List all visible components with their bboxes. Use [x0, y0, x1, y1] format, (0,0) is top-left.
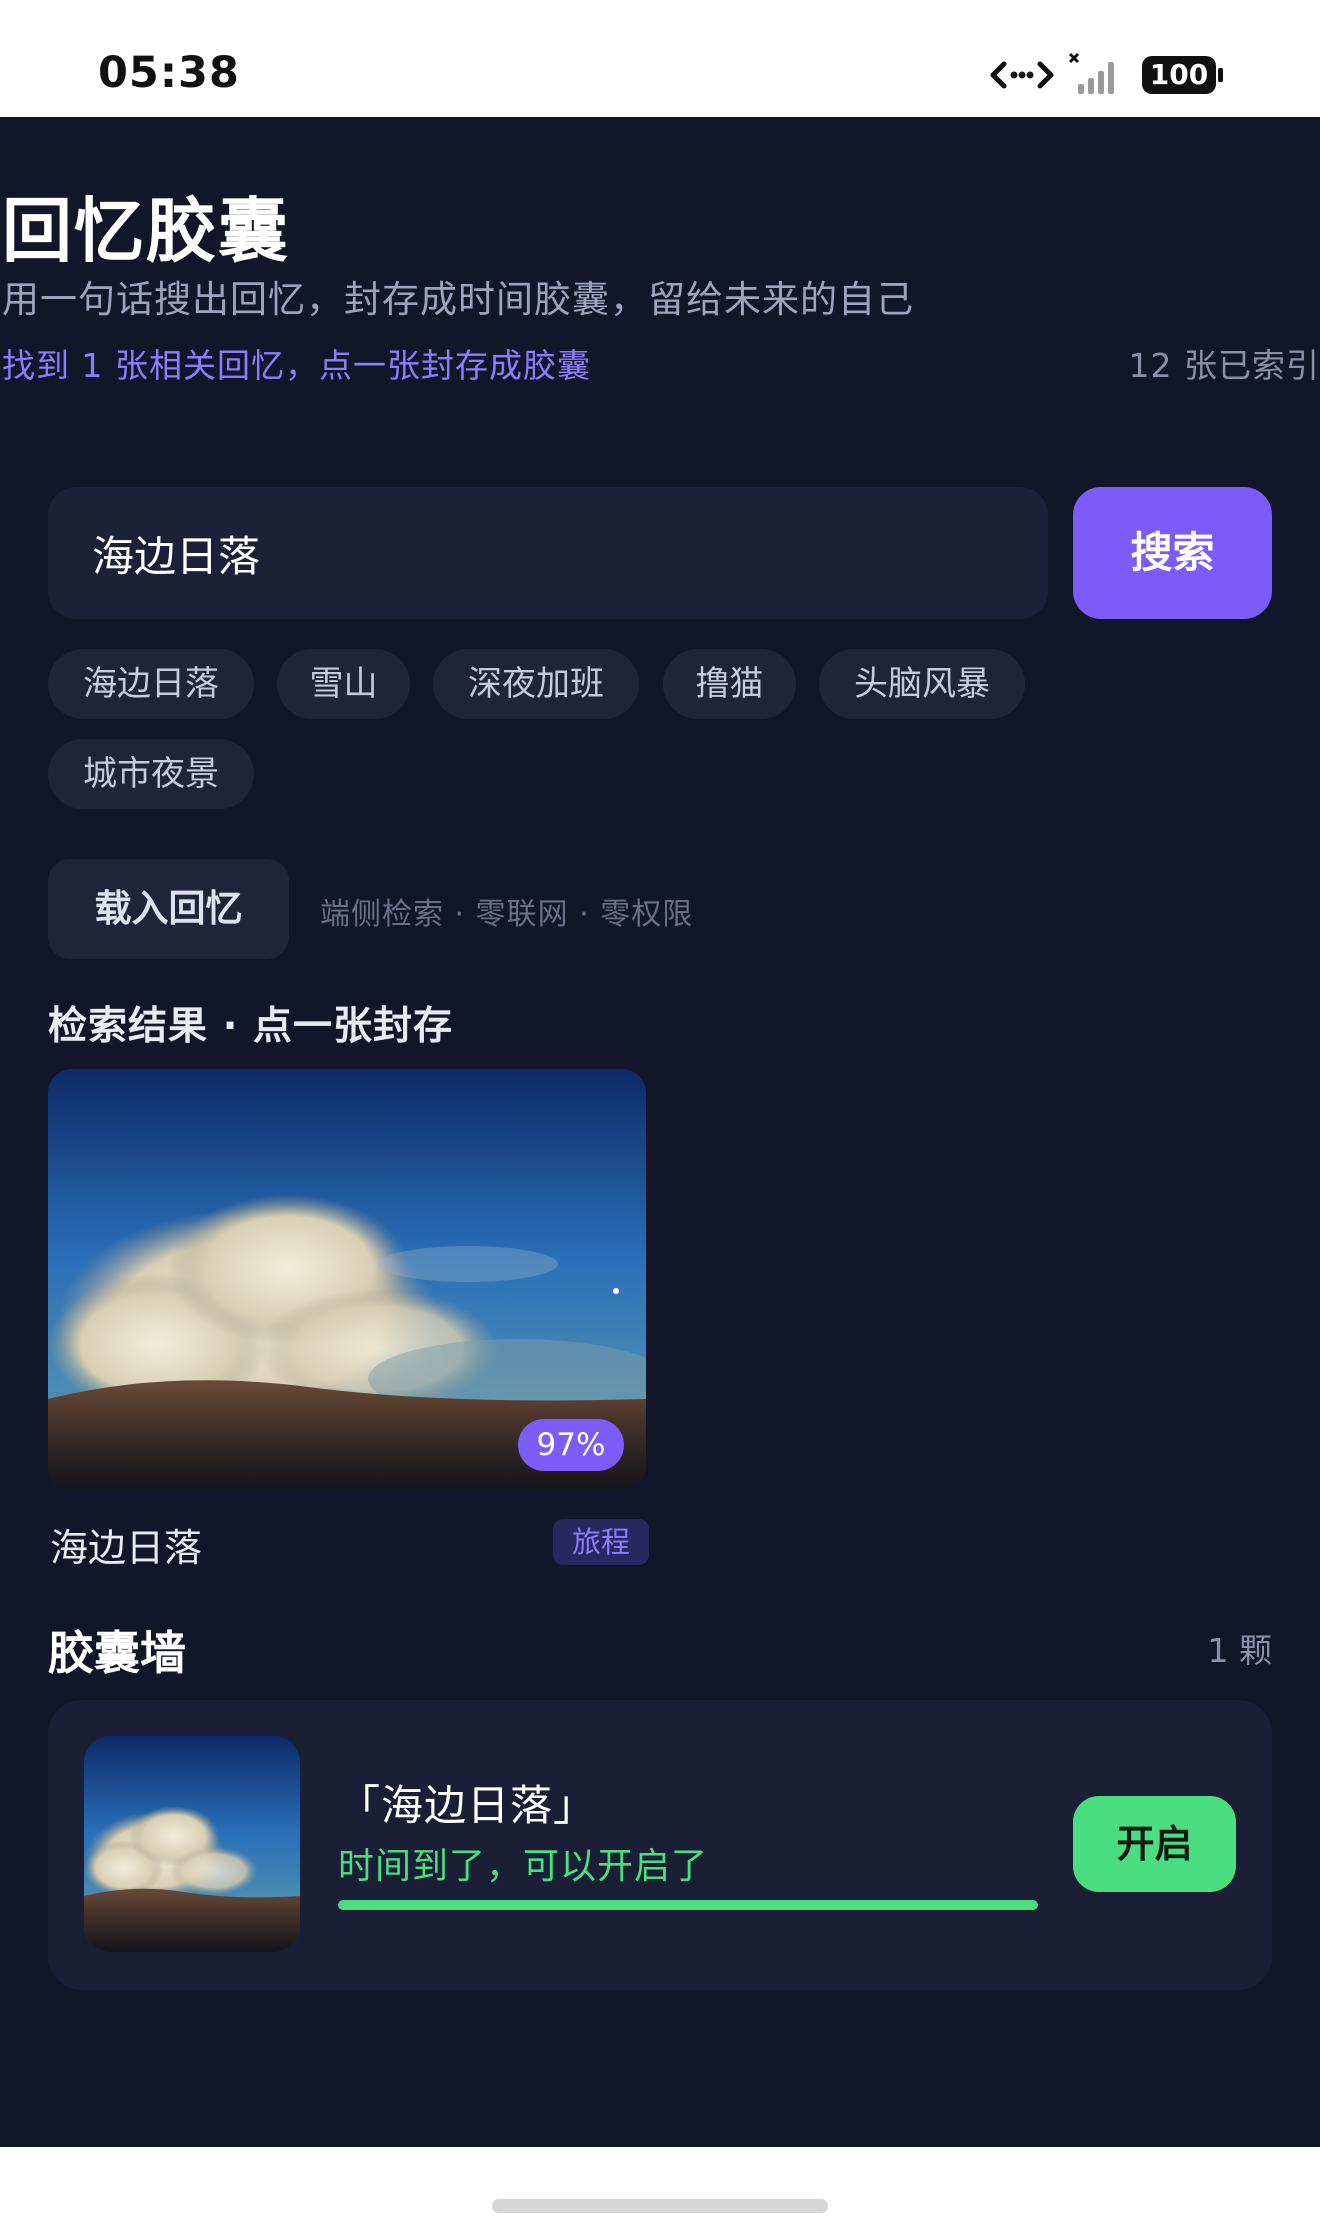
privacy-note: 端侧检索 · 零联网 · 零权限	[320, 897, 694, 932]
capsule-progress-bar	[338, 1900, 1038, 1910]
load-memories-button[interactable]: 载入回忆	[48, 859, 289, 959]
chip-seaside-sunset[interactable]: 海边日落	[48, 649, 254, 719]
chip-city-night[interactable]: 城市夜景	[48, 739, 254, 809]
indexed-count: 12 张已索引	[1128, 346, 1320, 385]
search-input[interactable]	[48, 487, 1048, 619]
signal-icon	[1068, 52, 1114, 94]
capsule-card[interactable]: 「海边日落」 时间到了，可以开启了 开启	[48, 1700, 1272, 1990]
capsule-progress-fill	[338, 1900, 1038, 1910]
battery-icon: 100	[1142, 56, 1224, 94]
page-title: 回忆胶囊	[2, 190, 290, 272]
capsule-photo	[84, 1736, 300, 1952]
capsule-thumbnail	[84, 1736, 300, 1952]
battery-level: 100	[1142, 56, 1216, 94]
data-transfer-icon	[990, 61, 1054, 89]
chip-pet-cat[interactable]: 撸猫	[663, 649, 796, 719]
home-indicator[interactable]	[492, 2199, 828, 2213]
result-photo[interactable]: 97%	[48, 1069, 646, 1489]
capsule-wall-title: 胶囊墙	[48, 1626, 186, 1680]
app-screen: 回忆胶囊 用一句话搜出回忆，封存成时间胶囊，留给未来的自己 找到 1 张相关回忆…	[0, 117, 1320, 2147]
match-score-badge: 97%	[518, 1419, 624, 1471]
system-navigation-bar	[0, 2147, 1320, 2232]
result-title: 海边日落	[50, 1526, 203, 1570]
result-tag: 旅程	[553, 1519, 649, 1565]
result-card[interactable]: 97% 海边日落 旅程	[48, 1069, 649, 1604]
open-capsule-button[interactable]: 开启	[1073, 1796, 1236, 1892]
search-result-summary: 找到 1 张相关回忆，点一张封存成胶囊	[2, 346, 591, 385]
chip-snow-mountain[interactable]: 雪山	[277, 649, 410, 719]
chip-brainstorm[interactable]: 头脑风暴	[819, 649, 1025, 719]
capsule-status: 时间到了，可以开启了	[338, 1846, 709, 1887]
capsule-title: 「海边日落」	[338, 1781, 597, 1830]
page-subtitle: 用一句话搜出回忆，封存成时间胶囊，留给未来的自己	[2, 278, 914, 321]
chip-late-night-work[interactable]: 深夜加班	[433, 649, 639, 719]
search-button[interactable]: 搜索	[1073, 487, 1272, 619]
capsule-count: 1 颗	[1207, 1631, 1273, 1670]
results-section-title: 检索结果 · 点一张封存	[48, 1004, 453, 1049]
status-time: 05:38	[98, 48, 240, 98]
status-bar: 05:38 100	[0, 0, 1320, 117]
